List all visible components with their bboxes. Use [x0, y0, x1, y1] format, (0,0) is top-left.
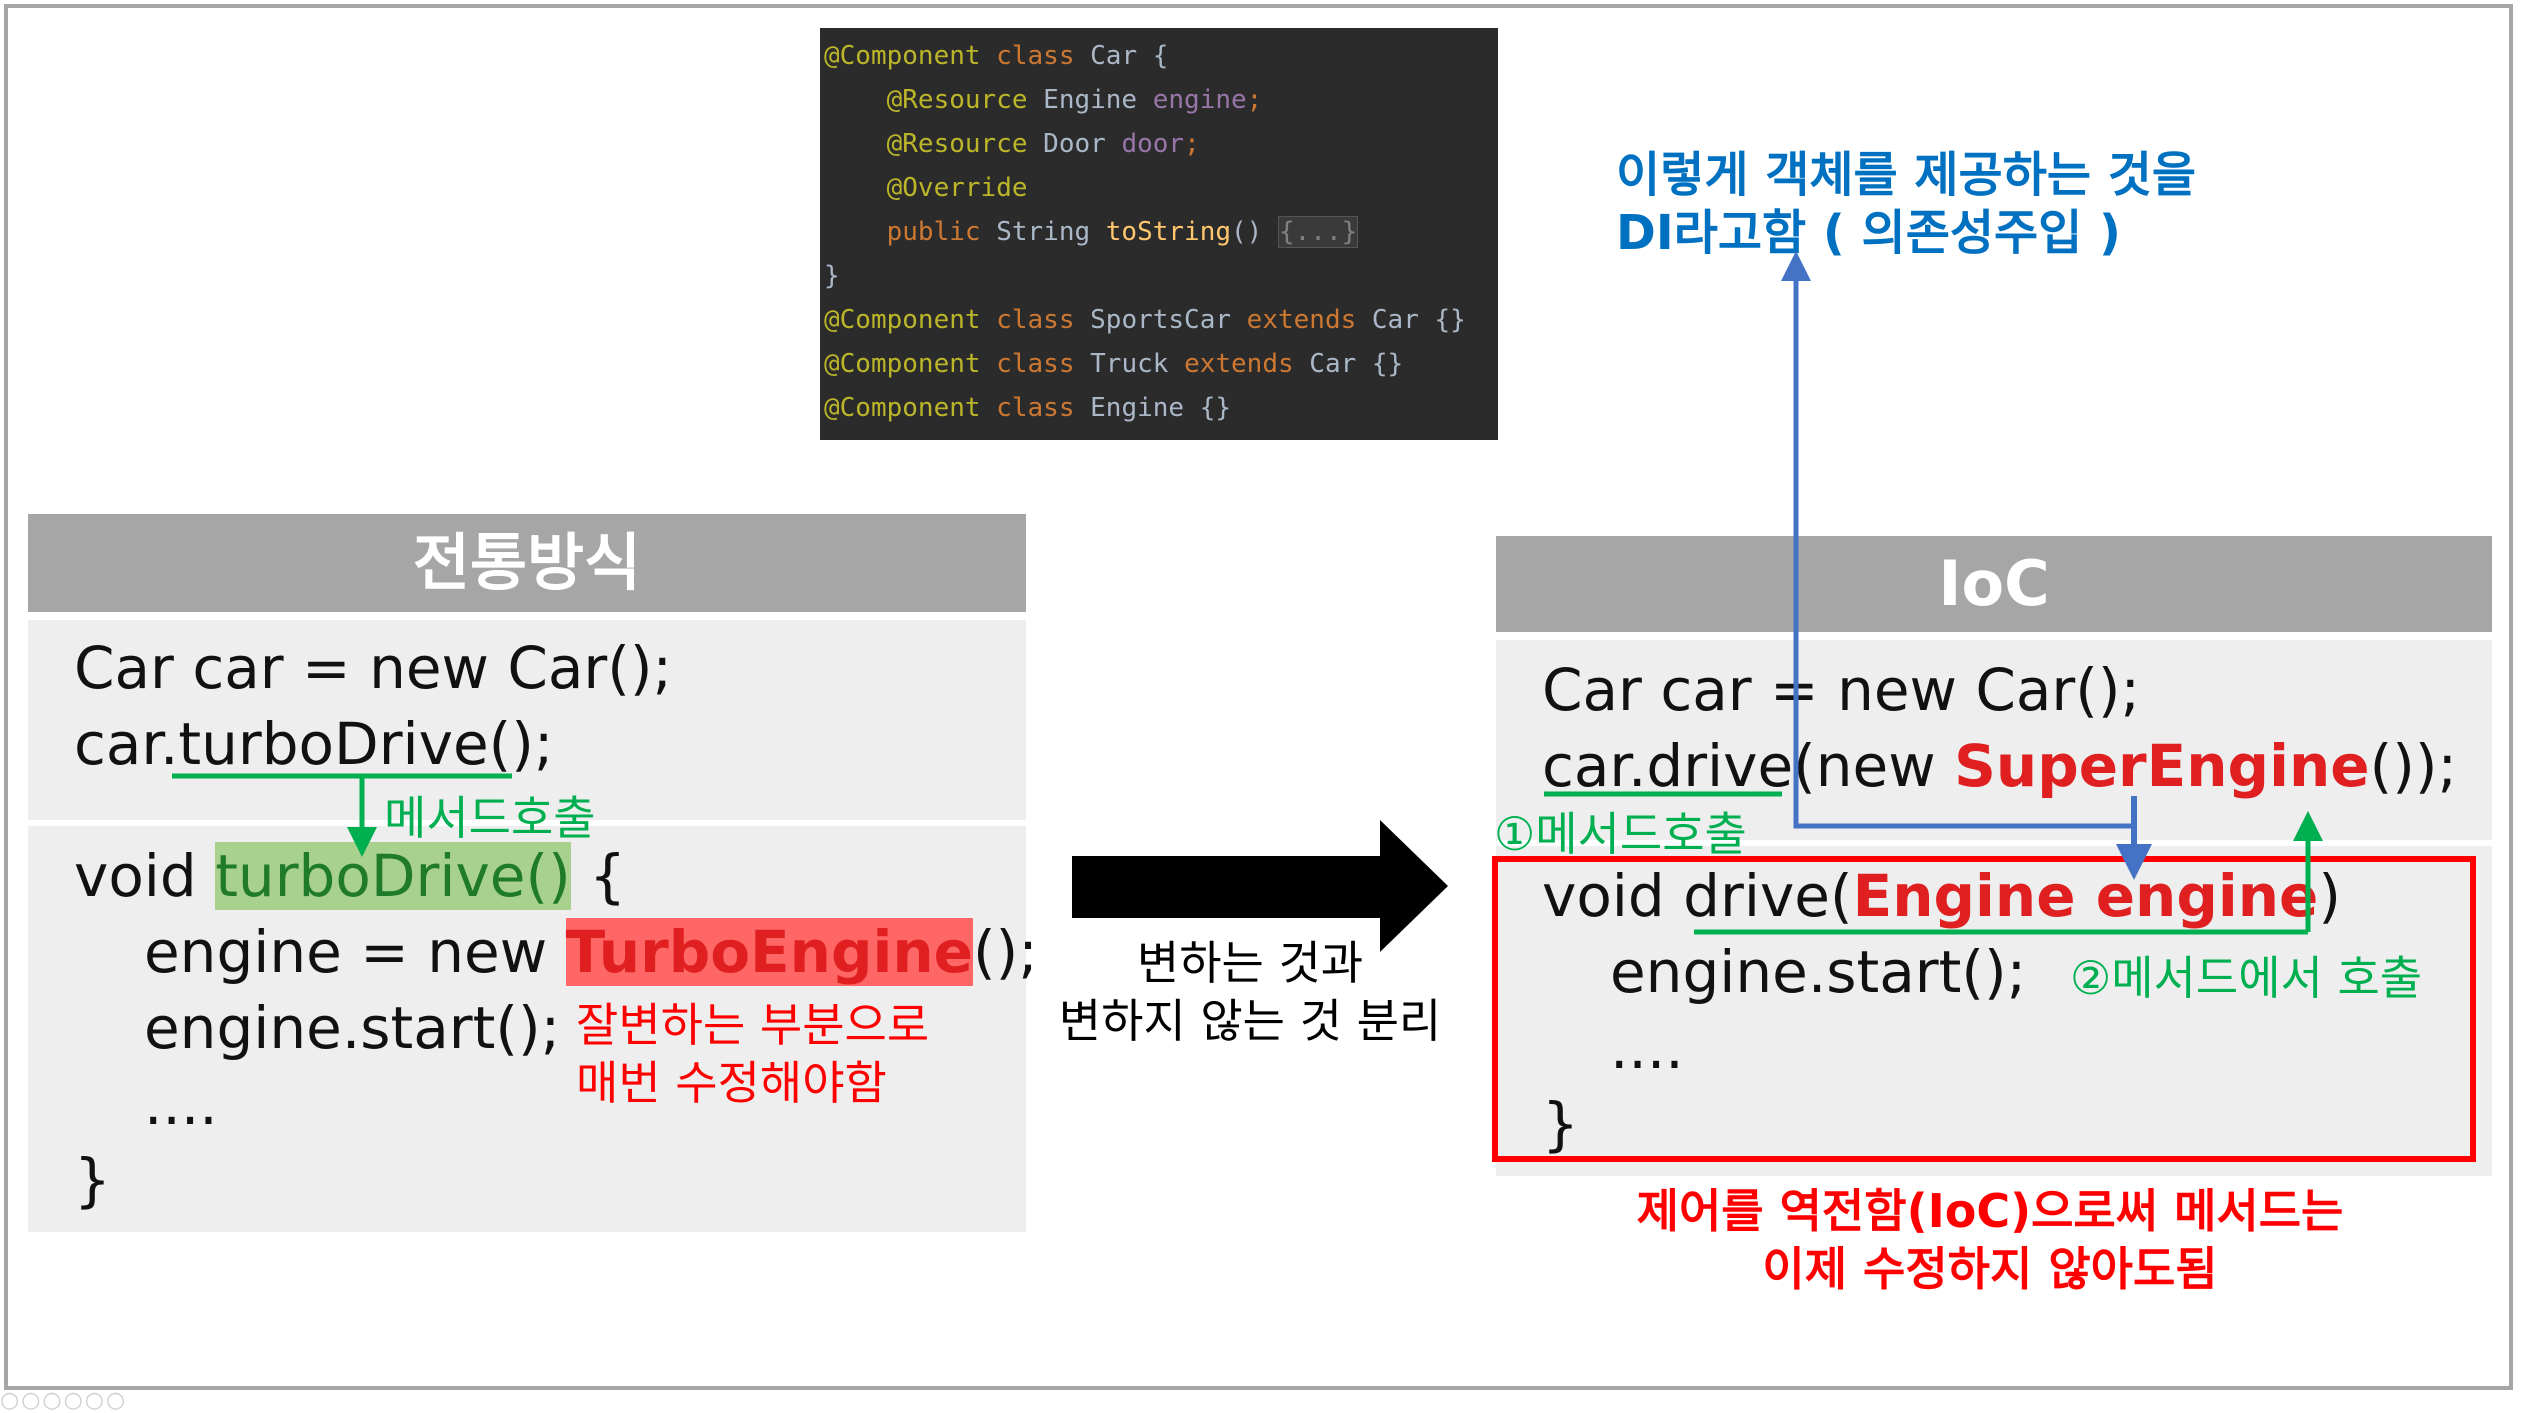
blue-di-arrow-up	[1781, 251, 2134, 829]
arrows-overlay	[172, 251, 2323, 952]
big-right-arrow	[1072, 820, 1448, 952]
